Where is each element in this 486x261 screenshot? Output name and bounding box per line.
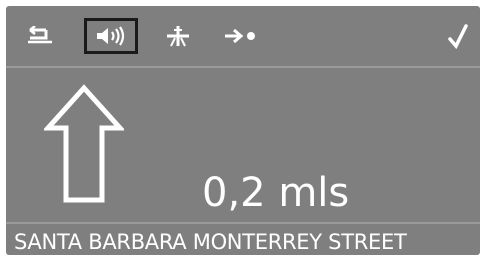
route-icon	[165, 24, 191, 48]
speaker-volume-icon	[93, 26, 129, 46]
distance-readout: 0,2 mls	[202, 170, 350, 216]
checkmark-icon	[447, 23, 469, 49]
back-icon	[26, 26, 54, 46]
toolbar	[6, 6, 480, 66]
back-button[interactable]	[20, 18, 60, 54]
street-name: SANTA BARBARA MONTERREY STREET	[14, 230, 407, 254]
destination-button[interactable]	[216, 18, 266, 54]
sound-button[interactable]	[84, 18, 138, 54]
divider	[6, 66, 480, 68]
destination-icon	[223, 27, 259, 45]
divider	[6, 222, 480, 224]
straight-ahead-arrow-icon	[42, 84, 126, 204]
navigation-display: 0,2 mls SANTA BARBARA MONTERREY STREET	[6, 6, 480, 255]
route-button[interactable]	[160, 18, 196, 54]
confirm-button[interactable]	[444, 18, 472, 54]
